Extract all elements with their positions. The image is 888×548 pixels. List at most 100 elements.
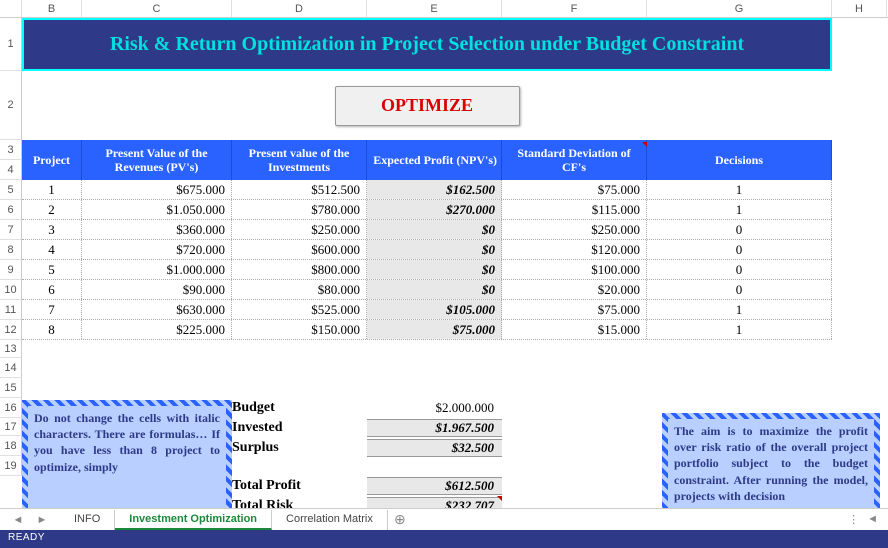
cell-sd[interactable]: $75.000 (502, 180, 647, 199)
note-box-left: Do not change the cells with italic char… (22, 400, 232, 510)
row-number[interactable]: 8 (0, 240, 22, 260)
cell-project[interactable]: 2 (22, 200, 82, 219)
cell-project[interactable]: 7 (22, 300, 82, 319)
cell-investment[interactable]: $780.000 (232, 200, 367, 219)
tab-nav-arrows[interactable]: ◄► (0, 514, 60, 526)
row-number[interactable]: 2 (0, 71, 22, 140)
cell-npv[interactable]: $162.500 (367, 180, 502, 199)
tab-scroll-left-icon[interactable]: ◄ (867, 513, 878, 526)
cell-investment[interactable]: $512.500 (232, 180, 367, 199)
cell-npv[interactable]: $270.000 (367, 200, 502, 219)
cell-revenue[interactable]: $1.000.000 (82, 260, 232, 279)
row-number[interactable]: 13 (0, 340, 22, 358)
row-number[interactable]: 5 (0, 180, 22, 200)
cell-decision[interactable]: 0 (647, 260, 832, 279)
row-number[interactable]: 16 (0, 398, 22, 418)
cell-investment[interactable]: $800.000 (232, 260, 367, 279)
cell-revenue[interactable]: $90.000 (82, 280, 232, 299)
cells-container[interactable]: Risk & Return Optimization in Project Se… (22, 18, 888, 510)
sheet-tab[interactable]: Correlation Matrix (272, 510, 388, 530)
row-number[interactable]: 1 (0, 18, 22, 71)
col-head-decisions[interactable]: Decisions (647, 140, 832, 180)
comment-indicator-icon[interactable] (642, 142, 647, 147)
optimize-button[interactable]: OPTIMIZE (335, 86, 520, 126)
cell-revenue[interactable]: $675.000 (82, 180, 232, 199)
cell-investment[interactable]: $80.000 (232, 280, 367, 299)
add-sheet-button[interactable]: ⊕ (388, 511, 412, 528)
cell-sd[interactable]: $15.000 (502, 320, 647, 339)
column-letter[interactable]: G (647, 0, 832, 17)
cell-sd[interactable]: $115.000 (502, 200, 647, 219)
tab-next-icon[interactable]: ► (37, 514, 48, 526)
row-number[interactable]: 11 (0, 300, 22, 320)
cell-decision[interactable]: 0 (647, 280, 832, 299)
column-letter[interactable]: B (22, 0, 82, 17)
cell-decision[interactable]: 1 (647, 320, 832, 339)
col-head-project[interactable]: Project (22, 140, 82, 180)
cell-sd[interactable]: $100.000 (502, 260, 647, 279)
cell-decision[interactable]: 1 (647, 200, 832, 219)
tab-scroll-indicator-icon: ⋮ (848, 513, 859, 526)
cell-npv[interactable]: $0 (367, 260, 502, 279)
cell-project[interactable]: 4 (22, 240, 82, 259)
cell-revenue[interactable]: $225.000 (82, 320, 232, 339)
column-letter[interactable]: E (367, 0, 502, 17)
row-number[interactable]: 6 (0, 200, 22, 220)
column-letter[interactable]: C (82, 0, 232, 17)
surplus-label: Surplus (232, 440, 367, 456)
col-head-revenues[interactable]: Present Value of the Revenues (PV's) (82, 140, 232, 180)
row-number[interactable]: 9 (0, 260, 22, 280)
cell-revenue[interactable]: $1.050.000 (82, 200, 232, 219)
row-number[interactable]: 19 (0, 456, 22, 476)
cell-decision[interactable]: 1 (647, 300, 832, 319)
cell-npv[interactable]: $0 (367, 220, 502, 239)
cell-project[interactable]: 5 (22, 260, 82, 279)
cell-revenue[interactable]: $360.000 (82, 220, 232, 239)
col-head-sd[interactable]: Standard Deviation of CF's (502, 140, 647, 180)
cell-npv[interactable]: $0 (367, 280, 502, 299)
cell-npv[interactable]: $105.000 (367, 300, 502, 319)
sheet-tab[interactable]: INFO (60, 510, 115, 530)
tab-prev-icon[interactable]: ◄ (13, 514, 24, 526)
row-number[interactable]: 7 (0, 220, 22, 240)
column-letter[interactable]: F (502, 0, 647, 17)
cell-revenue[interactable]: $720.000 (82, 240, 232, 259)
cell-sd[interactable]: $75.000 (502, 300, 647, 319)
row-number[interactable]: 17 (0, 418, 22, 436)
cell-decision[interactable]: 1 (647, 180, 832, 199)
budget-value[interactable]: $2.000.000 (367, 400, 502, 416)
cell-revenue[interactable]: $630.000 (82, 300, 232, 319)
select-all-corner[interactable] (0, 0, 22, 17)
cell-npv[interactable]: $75.000 (367, 320, 502, 339)
cell-project[interactable]: 1 (22, 180, 82, 199)
comment-indicator-icon[interactable] (497, 496, 502, 501)
col-head-npv[interactable]: Expected Profit (NPV's) (367, 140, 502, 180)
cell-sd[interactable]: $120.000 (502, 240, 647, 259)
row-number[interactable]: 18 (0, 436, 22, 456)
row-number[interactable]: 4 (0, 160, 22, 180)
column-letter[interactable]: H (832, 0, 887, 17)
cell-decision[interactable]: 0 (647, 240, 832, 259)
column-letter[interactable]: D (232, 0, 367, 17)
row-number[interactable]: 12 (0, 320, 22, 340)
cell-sd[interactable]: $250.000 (502, 220, 647, 239)
table-row: 8$225.000$150.000$75.000$15.0001 (22, 320, 832, 340)
cell-sd[interactable]: $20.000 (502, 280, 647, 299)
cell-project[interactable]: 6 (22, 280, 82, 299)
col-head-investments[interactable]: Present value of the Investments (232, 140, 367, 180)
row-number[interactable]: 3 (0, 140, 22, 160)
sheet-tab-strip: ◄► INFOInvestment OptimizationCorrelatio… (0, 508, 888, 530)
sheet-tab[interactable]: Investment Optimization (115, 510, 272, 530)
cell-npv[interactable]: $0 (367, 240, 502, 259)
table-row: 7$630.000$525.000$105.000$75.0001 (22, 300, 832, 320)
cell-investment[interactable]: $150.000 (232, 320, 367, 339)
row-number[interactable]: 14 (0, 358, 22, 378)
cell-investment[interactable]: $250.000 (232, 220, 367, 239)
cell-investment[interactable]: $600.000 (232, 240, 367, 259)
row-number[interactable]: 10 (0, 280, 22, 300)
cell-project[interactable]: 3 (22, 220, 82, 239)
cell-investment[interactable]: $525.000 (232, 300, 367, 319)
row-number[interactable]: 15 (0, 378, 22, 398)
cell-decision[interactable]: 0 (647, 220, 832, 239)
cell-project[interactable]: 8 (22, 320, 82, 339)
